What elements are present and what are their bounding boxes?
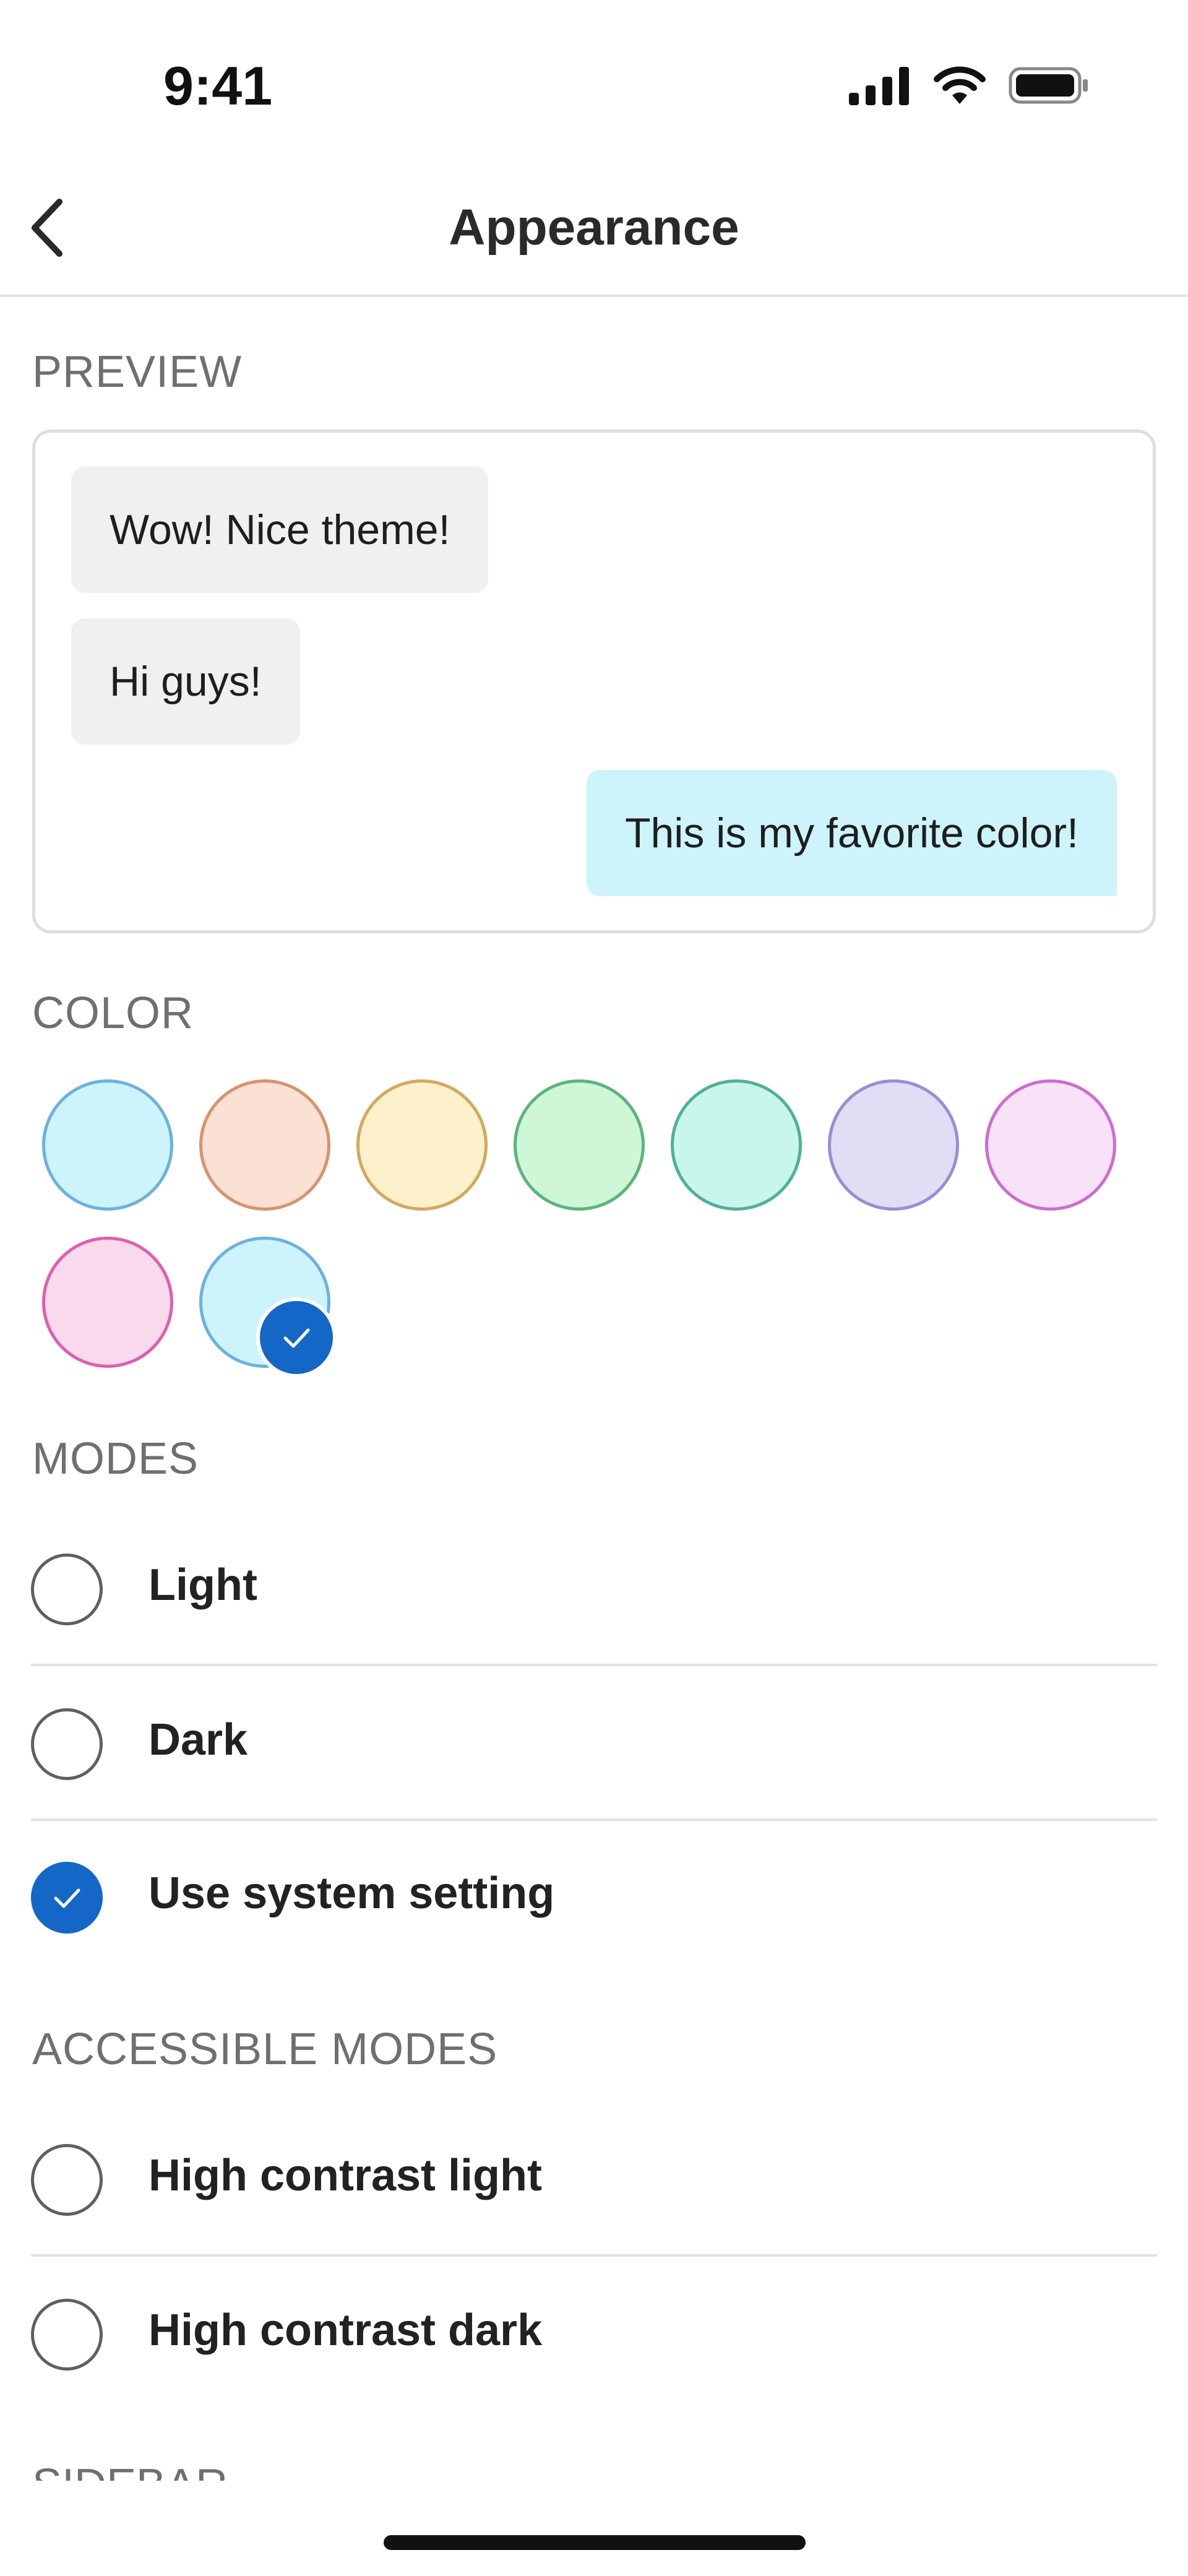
preview-card: Wow! Nice theme! Hi guys! This is my fav… xyxy=(32,430,1156,933)
color-swatch[interactable] xyxy=(985,1079,1116,1211)
preview-message-incoming: Wow! Nice theme! xyxy=(71,467,489,593)
mode-option-dark[interactable]: Dark xyxy=(148,1714,248,1765)
accessible-option-high-contrast-light[interactable]: High contrast light xyxy=(148,2150,542,2201)
wifi-icon xyxy=(934,66,986,104)
color-swatch[interactable] xyxy=(42,1079,173,1211)
radio-use-system-setting[interactable] xyxy=(31,1862,103,1934)
radio-high-contrast-light[interactable] xyxy=(31,2144,103,2216)
preview-message-incoming: Hi guys! xyxy=(71,618,300,745)
sidebar-section-label: SIDEBAR xyxy=(32,2462,228,2481)
accessible-option-high-contrast-dark[interactable]: High contrast dark xyxy=(148,2305,542,2356)
radio-light[interactable] xyxy=(31,1554,103,1625)
accessible-modes-section-label: ACCESSIBLE MODES xyxy=(32,2025,498,2074)
status-icons xyxy=(849,66,1089,105)
battery-icon xyxy=(1009,67,1088,104)
page-title: Appearance xyxy=(449,199,739,256)
home-indicator xyxy=(384,2535,806,2550)
radio-high-contrast-dark[interactable] xyxy=(31,2299,103,2371)
modes-section-label: MODES xyxy=(32,1434,199,1484)
divider xyxy=(31,2254,1157,2257)
color-swatch[interactable] xyxy=(828,1079,959,1211)
color-section-label: COLOR xyxy=(32,988,194,1038)
header-divider xyxy=(0,295,1188,297)
color-swatch[interactable] xyxy=(199,1079,330,1211)
color-swatch[interactable] xyxy=(42,1237,173,1368)
color-swatch[interactable] xyxy=(356,1079,488,1211)
sidebar-section-label-cut: SIDEBAR xyxy=(32,2462,228,2481)
radio-dark[interactable] xyxy=(31,1708,103,1780)
cellular-signal-icon xyxy=(849,67,909,105)
mode-option-use-system-setting[interactable]: Use system setting xyxy=(148,1868,554,1919)
status-time: 9:41 xyxy=(163,55,273,116)
preview-message-outgoing: This is my favorite color! xyxy=(586,770,1117,896)
divider xyxy=(31,1664,1157,1666)
preview-section-label: PREVIEW xyxy=(32,347,243,397)
mode-option-light[interactable]: Light xyxy=(148,1560,257,1610)
divider xyxy=(31,1818,1157,1821)
selected-check-icon xyxy=(256,1297,337,1378)
color-swatch[interactable] xyxy=(671,1079,802,1211)
checkmark-icon xyxy=(54,1888,80,1908)
color-swatch[interactable] xyxy=(514,1079,645,1211)
